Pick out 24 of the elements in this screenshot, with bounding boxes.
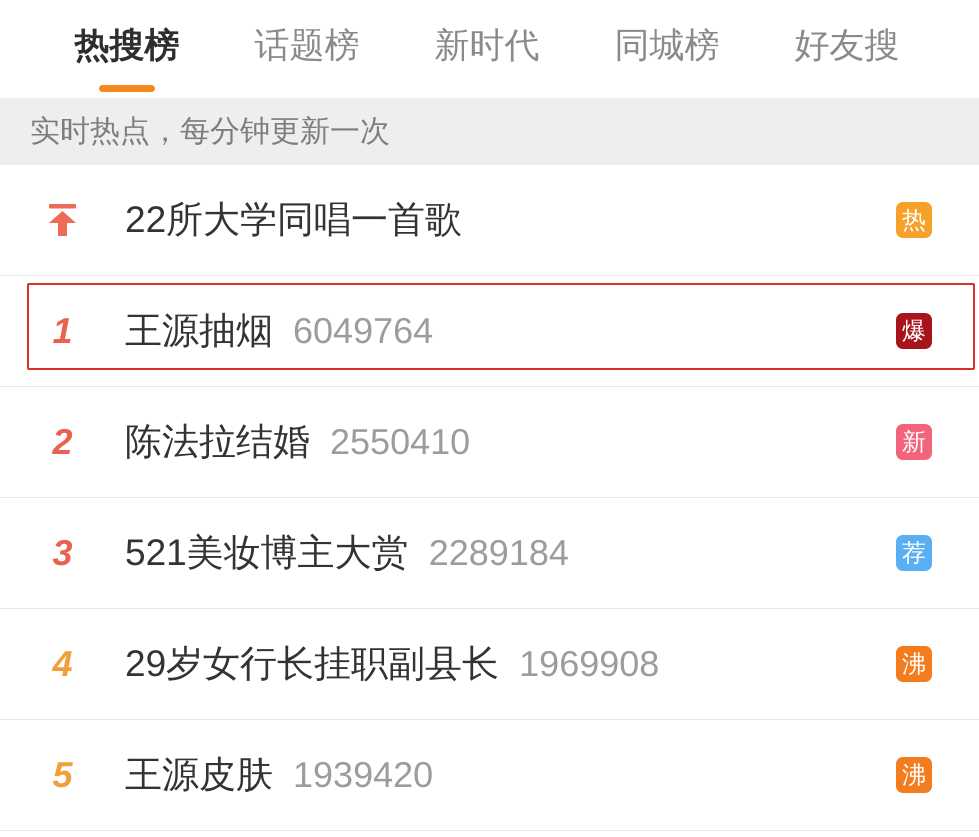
topic-title[interactable]: 王源抽烟 (125, 306, 273, 356)
trend-badge: 沸 (896, 646, 932, 682)
topic-title[interactable]: 22所大学同唱一首歌 (125, 195, 462, 245)
trend-badge: 沸 (896, 757, 932, 793)
topic-title[interactable]: 陈法拉结婚 (125, 417, 310, 467)
rank-number: 5 (52, 754, 73, 796)
search-count: 2289184 (428, 532, 569, 574)
trend-badge: 爆 (896, 313, 932, 349)
tab[interactable]: 热搜榜 (37, 0, 217, 98)
trend-badge: 荐 (896, 535, 932, 571)
trend-badge: 热 (896, 202, 932, 238)
trend-badge: 新 (896, 424, 932, 460)
search-count: 1969908 (519, 643, 660, 685)
rank-number: 4 (52, 643, 73, 685)
topic-title[interactable]: 王源皮肤 (125, 750, 273, 800)
topic-title[interactable]: 521美妆博主大赏 (125, 528, 409, 578)
rank-number: 1 (52, 310, 73, 352)
topic-title[interactable]: 29岁女行长挂职副县长 (125, 639, 500, 689)
rank-number: 3 (52, 532, 73, 574)
rank-number: 2 (52, 421, 73, 463)
notice-bar: 实时热点，每分钟更新一次 (0, 98, 979, 165)
search-count: 1939420 (293, 754, 434, 796)
search-count: 6049764 (293, 310, 434, 352)
search-count: 2550410 (330, 421, 470, 463)
